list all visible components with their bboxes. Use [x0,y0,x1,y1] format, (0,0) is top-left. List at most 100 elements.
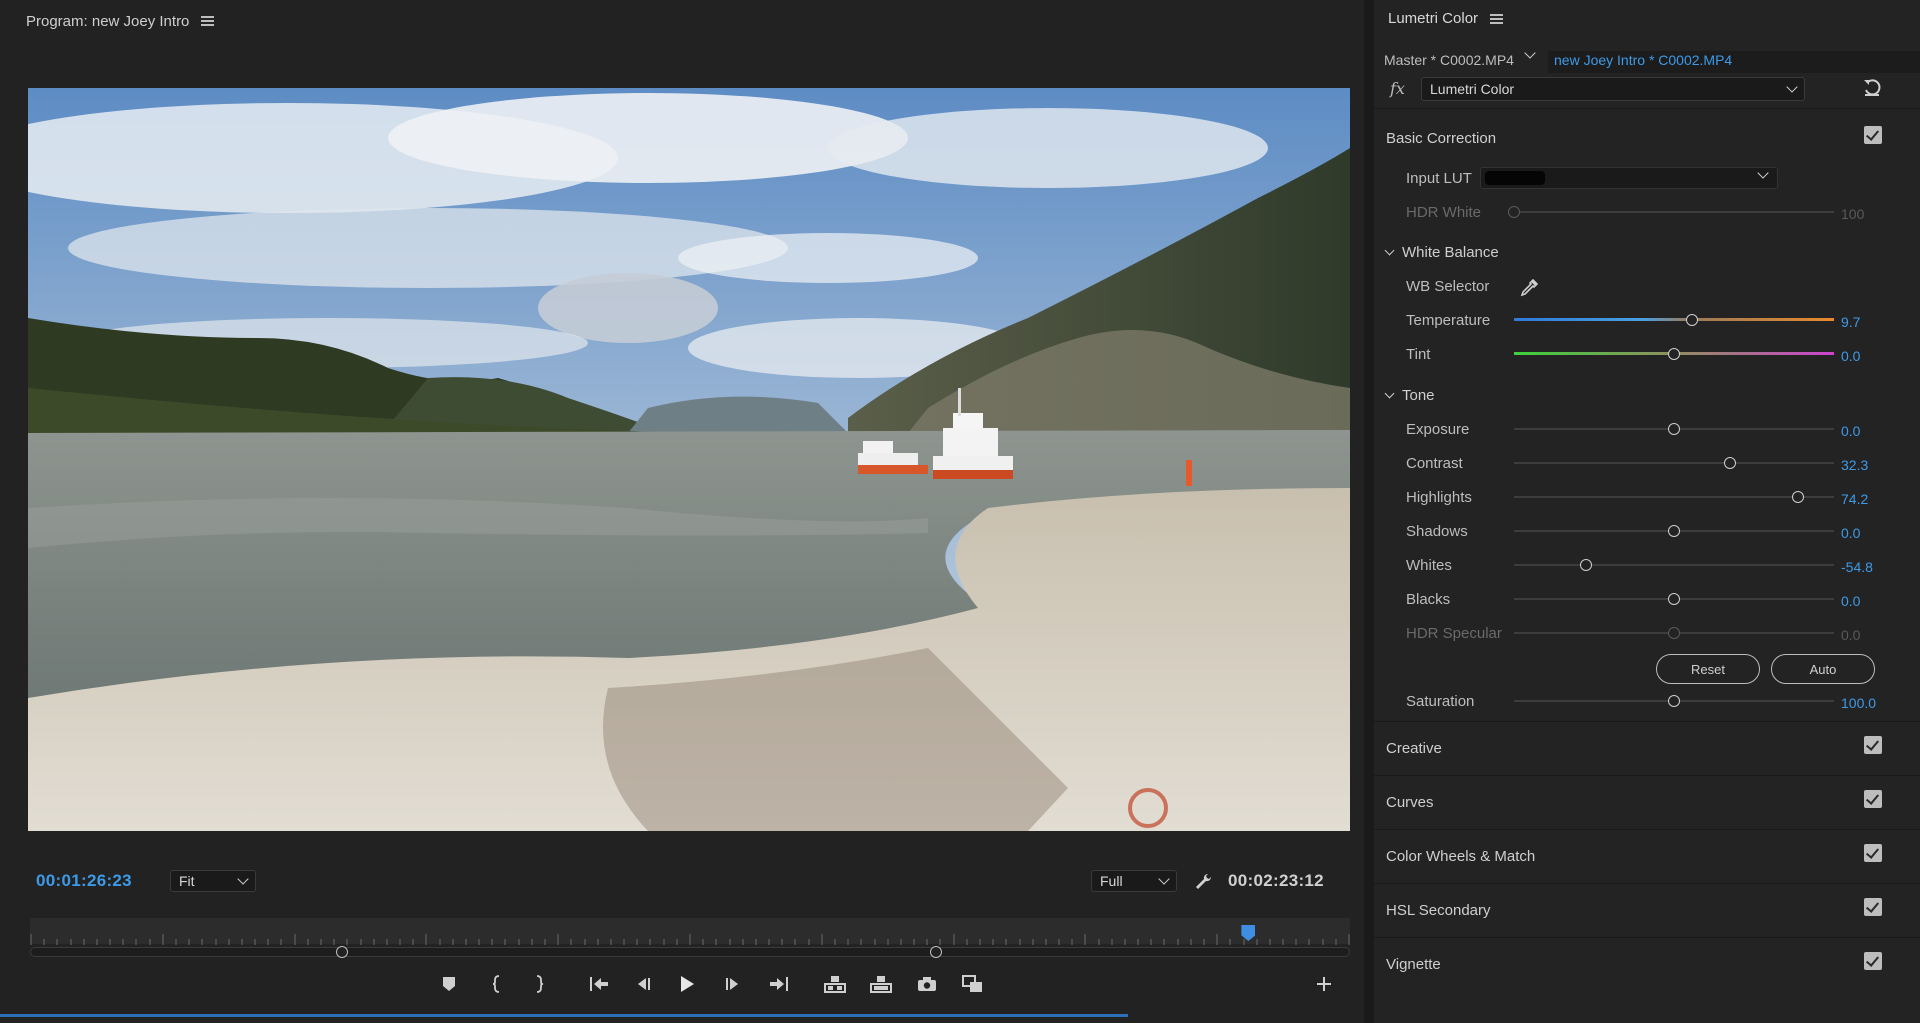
separator [1374,883,1920,884]
hdr-specular-value[interactable]: 0.0 [1841,627,1860,643]
play-icon [681,976,694,992]
master-clip-tab[interactable]: Master * C0002.MP4 [1384,52,1514,68]
tone-reset-button[interactable]: Reset [1656,654,1760,684]
resolution-select[interactable]: Full [1091,870,1177,892]
fx-toggle-icon[interactable]: fx [1390,79,1405,98]
effect-instance-value: Lumetri Color [1430,81,1515,97]
slider-knob[interactable] [1792,491,1805,503]
slider-knob[interactable] [1668,423,1680,435]
slider-knob[interactable] [1668,627,1680,639]
hdr-specular-label: HDR Specular [1406,625,1502,642]
whites-value[interactable]: -54.8 [1841,559,1873,575]
color-wheels-section-header[interactable]: Color Wheels & Match [1386,848,1535,865]
go-to-out-button[interactable] [766,972,792,996]
hsl-secondary-checkbox[interactable] [1864,898,1882,916]
blacks-label: Blacks [1406,591,1451,608]
hdr-white-value[interactable]: 100 [1841,206,1864,222]
saturation-value[interactable]: 100.0 [1841,695,1876,711]
basic-correction-header[interactable]: Basic Correction [1386,130,1496,147]
white-balance-toggle[interactable]: White Balance [1384,244,1499,261]
tone-toggle[interactable]: Tone [1384,387,1435,404]
out-point-handle[interactable] [929,946,942,958]
step-forward-button[interactable] [720,972,746,996]
vignette-section-header[interactable]: Vignette [1386,956,1441,973]
exposure-slider[interactable] [1514,422,1834,436]
slider-knob[interactable] [1686,314,1699,326]
blacks-slider[interactable] [1514,592,1834,606]
mark-out-button[interactable] [526,972,552,996]
tone-label: Tone [1402,387,1435,404]
separator [1374,775,1920,776]
sequence-clip-tab[interactable]: new Joey Intro * C0002.MP4 [1548,51,1920,73]
chevron-down-icon [1384,388,1395,399]
wrench-settings-icon[interactable] [1193,872,1213,892]
panel-menu-icon[interactable] [201,16,215,26]
exposure-value[interactable]: 0.0 [1841,423,1860,439]
add-marker-button[interactable] [436,972,462,996]
step-back-button[interactable] [630,972,656,996]
step-forward-icon [726,978,738,990]
chevron-down-icon[interactable] [1524,47,1536,59]
add-button-icon[interactable] [1314,974,1334,994]
current-timecode[interactable]: 00:01:26:23 [36,871,132,891]
panel-menu-icon[interactable] [1490,13,1504,24]
step-back-icon [638,978,650,990]
highlights-value[interactable]: 74.2 [1841,491,1868,507]
creative-checkbox[interactable] [1864,736,1882,754]
slider-knob[interactable] [1580,559,1593,571]
hsl-secondary-section-header[interactable]: HSL Secondary [1386,902,1491,919]
zoom-select[interactable]: Fit [170,870,256,892]
lift-icon [824,976,846,993]
program-panel-title[interactable]: Program: new Joey Intro [26,13,189,30]
lift-button[interactable] [822,972,848,996]
slider-knob[interactable] [1668,348,1680,360]
extract-button[interactable] [868,972,894,996]
effect-instance-select[interactable]: Lumetri Color [1421,77,1805,101]
tone-auto-button[interactable]: Auto [1771,654,1875,684]
go-to-in-button[interactable] [586,972,612,996]
curves-checkbox[interactable] [1864,790,1882,808]
panel-divider[interactable] [1364,0,1374,1023]
mark-in-button[interactable] [484,972,510,996]
video-frame[interactable] [28,88,1350,831]
eyedropper-icon[interactable] [1518,277,1540,299]
highlights-slider[interactable] [1514,490,1834,504]
curves-section-header[interactable]: Curves [1386,794,1434,811]
color-wheels-checkbox[interactable] [1864,844,1882,862]
basic-correction-checkbox[interactable] [1864,126,1882,144]
mark-out-icon [536,975,544,993]
saturation-slider[interactable] [1514,694,1834,708]
reset-effect-icon[interactable] [1862,78,1882,98]
go-to-in-icon [590,977,608,991]
vignette-checkbox[interactable] [1864,952,1882,970]
lumetri-panel-title[interactable]: Lumetri Color [1388,10,1478,27]
separator [1374,937,1920,938]
input-lut-label: Input LUT [1406,170,1472,187]
play-button[interactable] [674,972,700,996]
lumetri-color-panel: Lumetri Color Master * C0002.MP4 new Joe… [1374,0,1920,1023]
slider-knob[interactable] [1668,695,1680,707]
slider-knob[interactable] [1724,457,1736,469]
contrast-slider[interactable] [1514,456,1834,470]
hdr-specular-slider[interactable] [1514,626,1834,640]
comparison-view-button[interactable] [960,972,986,996]
shadows-slider[interactable] [1514,524,1834,538]
export-frame-button[interactable] [914,972,940,996]
temperature-slider[interactable] [1514,313,1834,327]
input-lut-select[interactable] [1480,167,1778,189]
slider-knob[interactable] [1668,525,1680,537]
chevron-down-icon [237,873,249,885]
tint-slider[interactable] [1514,347,1834,361]
hdr-white-slider[interactable] [1508,205,1834,219]
tint-value[interactable]: 0.0 [1841,348,1860,364]
temperature-value[interactable]: 9.7 [1841,314,1860,330]
whites-slider[interactable] [1514,558,1834,572]
in-out-range-track[interactable] [30,947,1350,957]
in-point-handle[interactable] [335,946,348,958]
contrast-value[interactable]: 32.3 [1841,457,1868,473]
slider-knob[interactable] [1668,593,1680,605]
blacks-value[interactable]: 0.0 [1841,593,1860,609]
slider-knob[interactable] [1508,206,1520,218]
creative-section-header[interactable]: Creative [1386,740,1442,757]
shadows-value[interactable]: 0.0 [1841,525,1860,541]
